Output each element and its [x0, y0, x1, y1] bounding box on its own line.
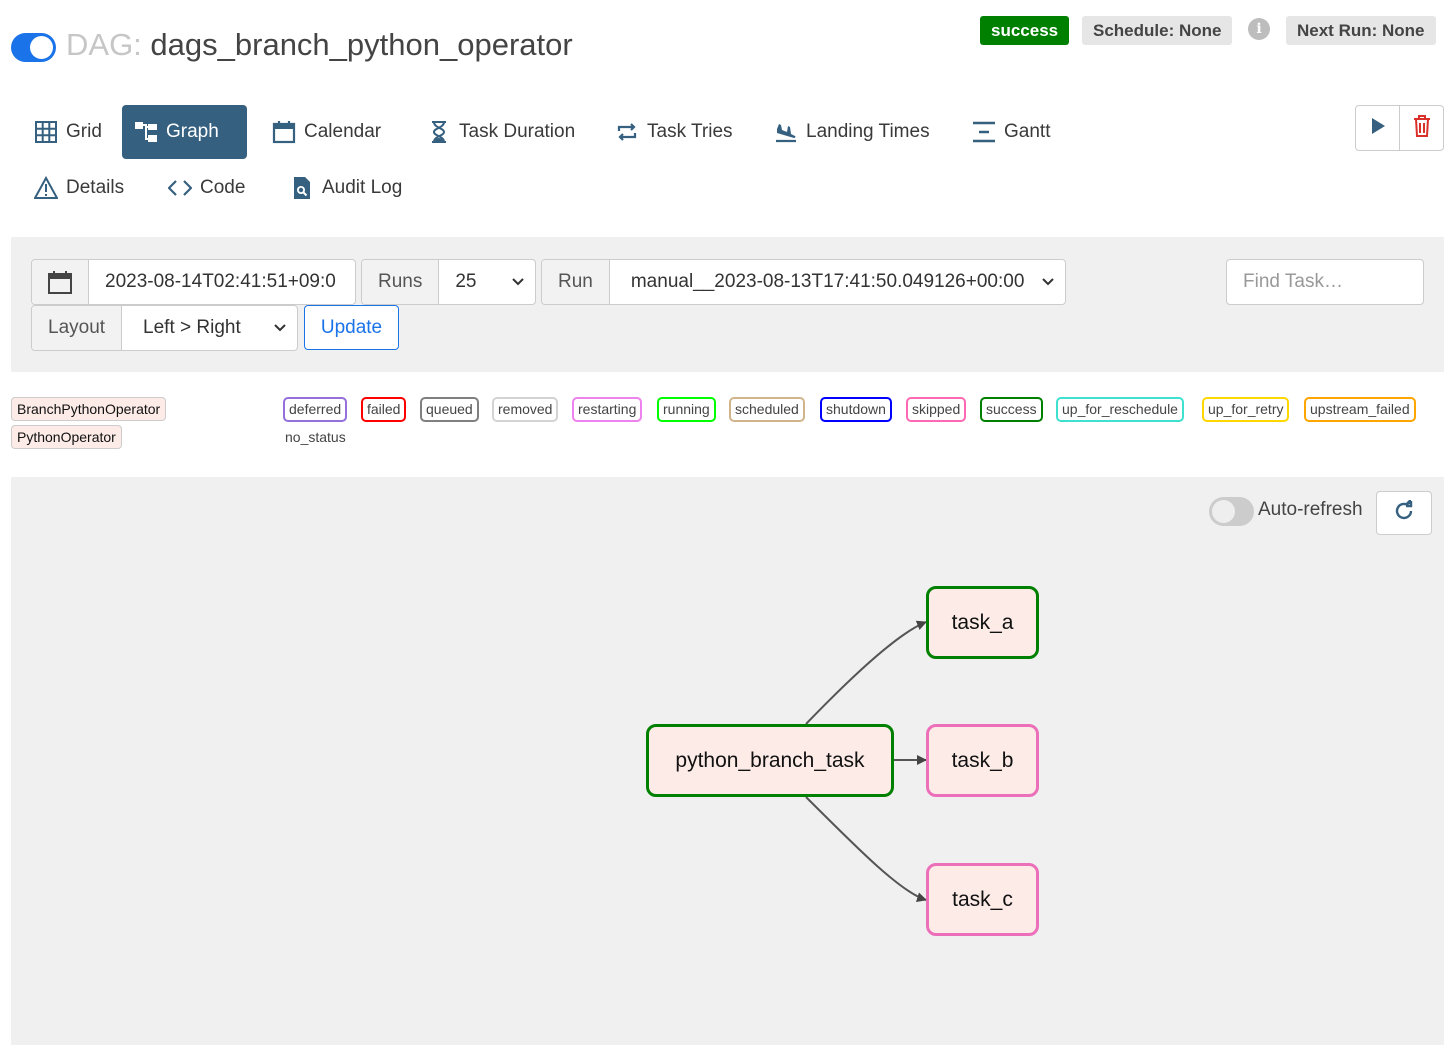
calendar-icon[interactable]	[32, 260, 89, 304]
tab-task-duration-label: Task Duration	[459, 121, 576, 142]
tab-calendar-label: Calendar	[304, 121, 382, 142]
plane-landing-icon	[774, 120, 798, 144]
legend-state-scheduled[interactable]: scheduled	[729, 397, 805, 422]
dag-actions	[1355, 105, 1444, 151]
delete-dag-button[interactable]	[1399, 106, 1443, 150]
file-search-icon	[290, 176, 314, 200]
tab-gantt-label: Gantt	[1004, 121, 1051, 142]
layout-value[interactable]: Left > Right	[122, 306, 257, 350]
legend-branch-python-operator[interactable]: BranchPythonOperator	[11, 397, 167, 421]
play-icon	[1370, 117, 1386, 140]
node-python-branch-task[interactable]: python_branch_task	[646, 724, 894, 797]
update-button[interactable]: Update	[304, 305, 399, 350]
base-date-picker[interactable]: 2023-08-14T02:41:51+09:0	[31, 259, 356, 305]
legend-state-restarting[interactable]: restarting	[572, 397, 643, 422]
graph-canvas[interactable]: Auto-refresh python_branch_task task_a t…	[11, 477, 1444, 1045]
legend-state-up-for-retry[interactable]: up_for_retry	[1202, 397, 1290, 422]
runs-value[interactable]: 25	[439, 260, 492, 304]
tab-task-tries-label: Task Tries	[647, 121, 733, 142]
legend-python-operator[interactable]: PythonOperator	[11, 425, 122, 449]
tab-landing-times-label: Landing Times	[806, 121, 930, 142]
trigger-dag-button[interactable]	[1356, 106, 1399, 150]
tab-audit-log-label: Audit Log	[322, 177, 403, 198]
node-task-a[interactable]: task_a	[926, 586, 1039, 659]
run-value[interactable]: manual__2023-08-13T17:41:50.049126+00:00	[610, 260, 1041, 304]
status-badge: success	[980, 16, 1070, 45]
tab-audit-log[interactable]: Audit Log	[278, 161, 414, 215]
legend-state-skipped[interactable]: skipped	[906, 397, 967, 422]
tab-graph[interactable]: Graph	[122, 105, 247, 159]
legend-state-up-for-reschedule[interactable]: up_for_reschedule	[1056, 397, 1184, 422]
find-task-input[interactable]: Find Task…	[1226, 259, 1424, 305]
tab-grid-label: Grid	[66, 121, 102, 142]
dag-prefix: DAG:	[66, 27, 142, 62]
tab-grid[interactable]: Grid	[22, 105, 114, 159]
legend-state-deferred[interactable]: deferred	[283, 397, 348, 422]
node-task-c[interactable]: task_c	[926, 863, 1039, 936]
schedule-badge: Schedule: None	[1082, 16, 1233, 45]
next-run-badge: Next Run: None	[1286, 16, 1436, 45]
code-icon	[168, 176, 192, 200]
run-label: Run	[542, 260, 610, 304]
legend-state-removed[interactable]: removed	[492, 397, 559, 422]
calendar-icon	[272, 120, 296, 144]
node-task-b[interactable]: task_b	[926, 724, 1039, 797]
gantt-icon	[972, 120, 996, 144]
tab-landing-times[interactable]: Landing Times	[762, 105, 942, 159]
chevron-down-icon	[273, 306, 297, 350]
layout-label: Layout	[32, 306, 123, 350]
dag-name: dags_branch_python_operator	[150, 27, 573, 62]
warning-icon	[34, 176, 58, 200]
hourglass-icon	[427, 120, 451, 144]
repeat-icon	[615, 120, 639, 144]
legend-state-failed[interactable]: failed	[361, 397, 407, 422]
grid-icon	[34, 120, 58, 144]
legend-state-shutdown[interactable]: shutdown	[820, 397, 892, 422]
tab-details[interactable]: Details	[22, 161, 136, 215]
toggle-knob	[30, 36, 53, 59]
run-select[interactable]: Run manual__2023-08-13T17:41:50.049126+0…	[541, 259, 1066, 305]
legend-state-running[interactable]: running	[657, 397, 716, 422]
tab-task-duration[interactable]: Task Duration	[415, 105, 587, 159]
controls-panel: 2023-08-14T02:41:51+09:0 Runs 25 Run man…	[11, 237, 1444, 372]
tab-code-label: Code	[200, 177, 246, 198]
tab-calendar[interactable]: Calendar	[260, 105, 393, 159]
layout-select[interactable]: Layout Left > Right	[31, 305, 298, 351]
legend-no-status[interactable]: no_status	[285, 429, 346, 445]
legend-state-upstream-failed[interactable]: upstream_failed	[1304, 397, 1416, 422]
tab-gantt[interactable]: Gantt	[960, 105, 1062, 159]
tab-graph-label: Graph	[166, 121, 219, 142]
dag-pause-toggle[interactable]	[11, 33, 56, 62]
tab-code[interactable]: Code	[156, 161, 257, 215]
info-icon[interactable]: i	[1248, 18, 1270, 40]
base-date-value[interactable]: 2023-08-14T02:41:51+09:0	[89, 260, 352, 304]
chevron-down-icon	[511, 260, 535, 304]
runs-label: Runs	[362, 260, 440, 304]
tab-task-tries[interactable]: Task Tries	[603, 105, 745, 159]
runs-select[interactable]: Runs 25	[361, 259, 536, 305]
page-title: DAG: dags_branch_python_operator	[66, 26, 573, 64]
legend-state-success[interactable]: success	[980, 397, 1043, 422]
graph-icon	[134, 120, 158, 144]
edge-branch-to-task-c	[805, 796, 927, 903]
edge-branch-to-task-a	[805, 620, 927, 725]
legend-state-queued[interactable]: queued	[420, 397, 479, 422]
tab-details-label: Details	[66, 177, 125, 198]
trash-icon	[1413, 114, 1431, 142]
chevron-down-icon	[1041, 260, 1065, 304]
